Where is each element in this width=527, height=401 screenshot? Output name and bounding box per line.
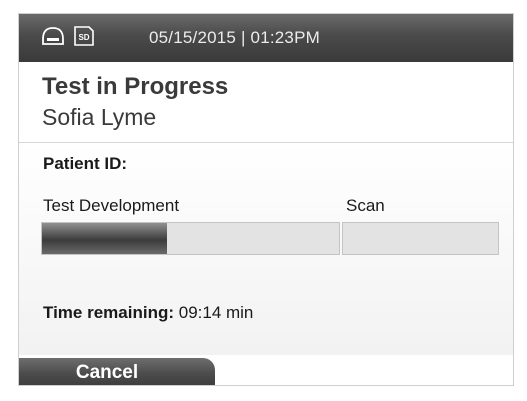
time-remaining-label: Time remaining:: [43, 303, 174, 322]
time-remaining-value: 09:14 min: [178, 303, 254, 322]
sd-card-icon: SD: [74, 26, 94, 46]
header: Test in Progress Sofia Lyme: [19, 62, 513, 143]
test-development-progress-fill: [42, 223, 167, 254]
sd-card-label: SD: [78, 33, 89, 42]
page-title: Test in Progress: [42, 73, 229, 100]
main-content: Patient ID: Test Development Scan Time r…: [19, 143, 513, 355]
datetime: 05/15/2015 | 01:23PM: [149, 28, 320, 47]
status-bar: SD 05/15/2015 | 01:23PM: [19, 14, 513, 62]
time-remaining: Time remaining: 09:14 min: [43, 303, 253, 323]
cancel-button[interactable]: Cancel: [19, 358, 215, 385]
drive-icon: [42, 27, 64, 45]
stage-label-test-development: Test Development: [43, 196, 180, 215]
scan-progress-bar: [342, 222, 499, 255]
patient-id-label-text: Patient ID:: [43, 154, 128, 173]
patient-id-label: Patient ID:: [43, 154, 127, 174]
patient-name: Sofia Lyme: [42, 104, 157, 130]
footer: Cancel: [19, 355, 513, 385]
device-screen: SD 05/15/2015 | 01:23PM Test in Progress…: [18, 13, 514, 386]
stage-label-scan: Scan: [346, 196, 385, 215]
test-development-progress-bar: [41, 222, 340, 255]
